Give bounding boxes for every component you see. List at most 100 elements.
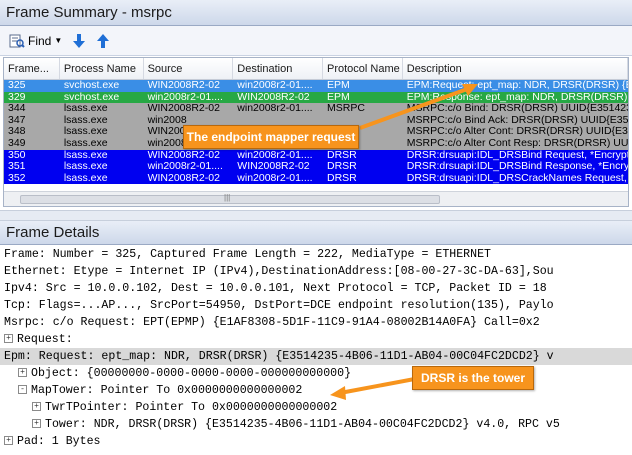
table-cell: 344 (8, 103, 26, 115)
column-header-process[interactable]: Process Name (60, 58, 144, 79)
table-cell: svchost.exe (63, 80, 120, 91)
detail-text: Ethernet: Etype = Internet IP (IPv4),Des… (4, 265, 554, 278)
expand-icon[interactable]: + (32, 402, 41, 412)
table-cell: MSRPC:c/o Alter Cont: DRSR(DRSR) UUID{E3… (406, 126, 629, 138)
table-cell: lsass.exe (63, 161, 108, 173)
table-cell: lsass.exe (63, 172, 108, 184)
table-row[interactable]: 344 lsass.exe WIN2008R2-02 win2008r2-01....… (4, 103, 628, 115)
table-row[interactable]: 350 lsass.exe WIN2008R2-02 win2008r2-01....… (4, 149, 629, 162)
table-cell: MSRPC:c/o Bind Ack: DRSR(DRSR) UUID{E351… (406, 114, 629, 126)
find-previous-button[interactable] (93, 30, 113, 52)
detail-line[interactable]: + Request: (0, 331, 632, 348)
table-cell: svchost.exe (63, 91, 120, 103)
frame-details-title: Frame Details (0, 221, 632, 245)
table-row[interactable]: 352 lsass.exe WIN2008R2-02 win2008r2-01....… (4, 172, 629, 185)
expand-icon[interactable]: + (4, 436, 13, 446)
table-cell: WIN2008R2-02 (147, 80, 220, 91)
detail-line[interactable]: Frame: Number = 325, Captured Frame Leng… (0, 246, 632, 263)
endpoint-mapper-callout: The endpoint mapper request (183, 125, 359, 149)
table-row[interactable]: 351 lsass.exe win2008r2-01.... WIN2008R2-02… (4, 161, 628, 173)
table-cell: DRSR:drsuapi:IDL_DRSBind Request, *Encry… (406, 149, 629, 161)
find-icon (9, 34, 25, 48)
table-cell: 350 (8, 149, 26, 161)
table-cell: DRSR (327, 149, 357, 161)
table-cell: win2008r2-01.... (147, 161, 223, 173)
detail-line[interactable]: + TwrTPointer: Pointer To 0x0000000000000… (0, 399, 632, 416)
table-cell: EPM (327, 80, 350, 91)
detail-text: Pad: 1 Bytes (17, 435, 101, 448)
table-cell: lsass.exe (63, 149, 108, 161)
table-cell: lsass.exe (63, 137, 108, 149)
table-cell: MSRPC:c/o Bind: DRSR(DRSR) UUID{E3514235 (406, 103, 629, 115)
column-header-destination[interactable]: Destination (233, 58, 323, 79)
table-cell: 351 (8, 161, 26, 173)
detail-text: Epm: Request: ept_map: NDR, DRSR(DRSR) {… (4, 350, 554, 363)
horizontal-scrollbar[interactable]: ||| (4, 191, 628, 206)
frame-summary-title: Frame Summary - msrpc (0, 0, 632, 26)
table-cell: WIN2008R2-02 (147, 103, 220, 115)
expand-icon[interactable]: + (18, 368, 27, 378)
detail-line[interactable]: Msrpc: c/o Request: EPT(EPMP) {E1AF8308-… (0, 314, 632, 331)
frame-details-tree: Frame: Number = 325, Captured Frame Leng… (0, 246, 632, 455)
detail-text: Frame: Number = 325, Captured Frame Leng… (4, 248, 492, 261)
table-cell: WIN2008R2-02 (237, 91, 310, 103)
table-cell: 347 (8, 114, 26, 126)
table-cell: win2008r2-01.... (237, 80, 313, 91)
detail-line[interactable]: + Pad: 1 Bytes (0, 433, 632, 450)
detail-line[interactable]: + Object: {00000000-0000-0000-0000-000000… (0, 365, 632, 382)
detail-line[interactable]: Epm: Request: ept_map: NDR, DRSR(DRSR) {… (0, 348, 632, 365)
table-cell: 329 (8, 91, 26, 103)
column-header-description[interactable]: Description (403, 58, 628, 79)
expand-icon[interactable]: + (4, 334, 13, 344)
table-cell: WIN2008R2-02 (147, 172, 220, 184)
table-cell: lsass.exe (63, 126, 108, 138)
table-cell: win2008r2-01.... (147, 91, 223, 103)
table-cell: win2008r2-01.... (237, 172, 313, 184)
table-cell: EPM:Response: ept_map: NDR, DRSR(DRSR) {… (406, 91, 629, 103)
detail-text: TwrTPointer: Pointer To 0x00000000000000… (45, 401, 338, 414)
collapse-icon[interactable]: - (18, 385, 27, 395)
table-row[interactable]: 329 svchost.exe win2008r2-01.... WIN2008R2-… (4, 91, 629, 104)
pane-splitter[interactable] (0, 210, 632, 221)
find-next-button[interactable] (69, 30, 89, 52)
arrow-down-icon (73, 33, 86, 48)
table-cell: MSRPC:c/o Alter Cont Resp: DRSR(DRSR) UU… (406, 137, 629, 149)
expand-icon[interactable]: + (32, 419, 41, 429)
table-cell: EPM (327, 91, 350, 103)
table-cell: 352 (8, 172, 26, 184)
detail-text: Msrpc: c/o Request: EPT(EPMP) {E1AF8308-… (4, 316, 540, 329)
table-cell: WIN2008R2-02 (237, 161, 310, 173)
chevron-down-icon: ▼ (54, 36, 63, 45)
detail-text: Ipv4: Src = 10.0.0.102, Dest = 10.0.0.10… (4, 282, 547, 295)
column-header-frame[interactable]: Frame... (4, 58, 60, 79)
detail-line[interactable]: Tcp: Flags=...AP..., SrcPort=54950, DstP… (0, 297, 632, 314)
table-cell: MSRPC (327, 103, 365, 115)
table-cell: EPM:Request: ept_map: NDR, DRSR(DRSR) {E… (406, 80, 629, 91)
arrow-up-icon (97, 33, 110, 48)
detail-text: MapTower: Pointer To 0x0000000000000002 (31, 384, 303, 397)
column-header-source[interactable]: Source (144, 58, 234, 79)
table-cell: DRSR (327, 172, 357, 184)
scrollbar-grip-icon: ||| (224, 193, 231, 202)
detail-line[interactable]: Ethernet: Etype = Internet IP (IPv4),Des… (0, 263, 632, 280)
table-cell: DRSR:drsuapi:IDL_DRSCrackNames Request, … (406, 172, 629, 184)
find-label: Find (28, 33, 52, 48)
table-cell: 325 (8, 80, 26, 91)
grid-header: Frame... Process Name Source Destination… (4, 58, 628, 80)
column-header-protocol[interactable]: Protocol Name (323, 58, 403, 79)
detail-line[interactable]: Ipv4: Src = 10.0.0.102, Dest = 10.0.0.10… (0, 280, 632, 297)
summary-toolbar: Find ▼ (0, 26, 632, 56)
detail-text: Request: (17, 333, 73, 346)
detail-text: Object: {00000000-0000-0000-0000-0000000… (31, 367, 352, 380)
table-row[interactable]: 325 svchost.exe WIN2008R2-02 win2008r2-01..… (4, 80, 628, 92)
table-cell: lsass.exe (63, 103, 108, 115)
table-cell: 348 (8, 126, 26, 138)
detail-line[interactable]: - MapTower: Pointer To 0x0000000000000002 (0, 382, 632, 399)
detail-line[interactable]: + Tower: NDR, DRSR(DRSR) {E3514235-4B06-1… (0, 416, 632, 433)
table-cell: win2008r2-01.... (237, 149, 313, 161)
detail-text: Tower: NDR, DRSR(DRSR) {E3514235-4B06-11… (45, 418, 560, 431)
table-cell: 349 (8, 137, 26, 149)
find-button[interactable]: Find ▼ (6, 30, 65, 52)
table-cell: DRSR (327, 161, 357, 173)
table-cell: win2008r2-01.... (237, 103, 313, 115)
